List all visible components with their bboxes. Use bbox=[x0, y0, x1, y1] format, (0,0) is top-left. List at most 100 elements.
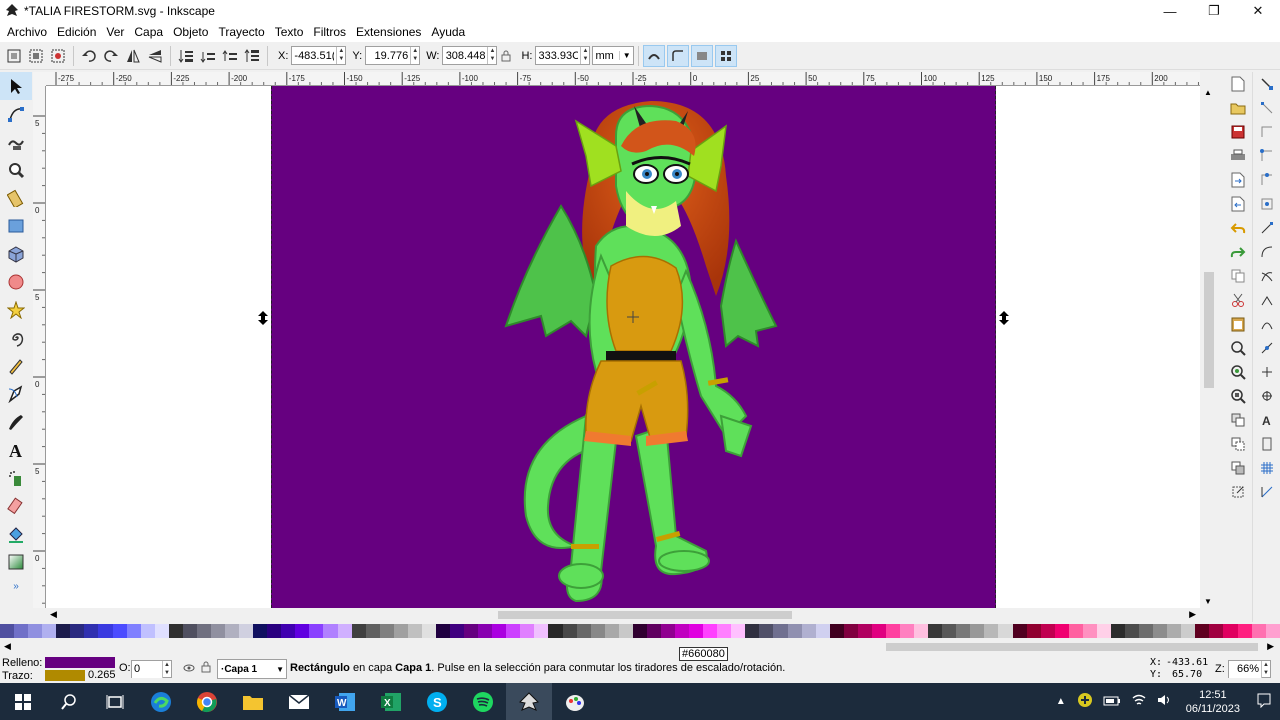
rotation-center-icon[interactable] bbox=[627, 311, 639, 323]
palette-swatch[interactable] bbox=[843, 624, 858, 638]
unit-select[interactable]: mm ▼ bbox=[592, 46, 634, 65]
palette-swatch[interactable] bbox=[421, 624, 436, 638]
palette-swatch[interactable] bbox=[1125, 624, 1140, 638]
menu-trayecto[interactable]: Trayecto bbox=[213, 25, 269, 39]
y-spin-arrows[interactable]: ▲ ▼ bbox=[410, 47, 419, 64]
palette-swatch[interactable] bbox=[337, 624, 352, 638]
select-all-icon[interactable] bbox=[3, 45, 25, 67]
spiral-tool-icon[interactable] bbox=[0, 324, 32, 352]
palette-swatch[interactable] bbox=[1223, 624, 1238, 638]
save-document-icon[interactable] bbox=[1224, 120, 1252, 144]
pen-tool-icon[interactable] bbox=[0, 380, 32, 408]
palette-swatch[interactable] bbox=[956, 624, 971, 638]
palette-swatch[interactable] bbox=[1026, 624, 1041, 638]
menu-ayuda[interactable]: Ayuda bbox=[426, 25, 470, 39]
palette-swatch[interactable] bbox=[1237, 624, 1252, 638]
palette-swatch[interactable] bbox=[787, 624, 802, 638]
palette-swatch[interactable] bbox=[562, 624, 577, 638]
snap-bbox-edge-icon[interactable] bbox=[1253, 120, 1280, 144]
import-icon[interactable] bbox=[1224, 168, 1252, 192]
gradient-tool-icon[interactable] bbox=[0, 548, 32, 576]
scale-corners-icon[interactable] bbox=[666, 44, 689, 67]
palette-swatch[interactable] bbox=[1040, 624, 1055, 638]
snap-bbox-icon[interactable] bbox=[1253, 96, 1280, 120]
edge-icon[interactable] bbox=[138, 683, 184, 720]
print-icon[interactable] bbox=[1224, 144, 1252, 168]
palette-swatch[interactable] bbox=[731, 624, 746, 638]
duplicate-icon[interactable] bbox=[1224, 408, 1252, 432]
palette-swatch[interactable] bbox=[407, 624, 422, 638]
horizontal-ruler[interactable]: -275 -250 -225 -200 -175 -150 -125 -100 -75 -50 -2… bbox=[46, 72, 1200, 86]
rotate-cw-icon[interactable] bbox=[100, 45, 122, 67]
w-spin-arrows[interactable]: ▲ ▼ bbox=[487, 47, 496, 64]
palette-scroll-left-icon[interactable]: ◀ bbox=[4, 641, 11, 652]
palette-swatch[interactable] bbox=[1110, 624, 1125, 638]
palette-swatch[interactable] bbox=[1195, 624, 1210, 638]
open-document-icon[interactable] bbox=[1224, 96, 1252, 120]
palette-swatch[interactable] bbox=[857, 624, 872, 638]
palette-swatch[interactable] bbox=[1096, 624, 1111, 638]
palette-swatch[interactable] bbox=[689, 624, 704, 638]
palette-swatch[interactable] bbox=[576, 624, 591, 638]
palette-swatch[interactable] bbox=[660, 624, 675, 638]
paint-bucket-tool-icon[interactable] bbox=[0, 520, 32, 548]
drawing-canvas[interactable] bbox=[46, 86, 1200, 608]
3d-box-tool-icon[interactable] bbox=[0, 240, 32, 268]
snap-enable-icon[interactable] bbox=[1253, 72, 1280, 96]
snap-guide-icon[interactable] bbox=[1253, 480, 1280, 504]
battery-icon[interactable] bbox=[1103, 695, 1121, 709]
vertical-scrollbar[interactable]: ▲ ▼ bbox=[1200, 86, 1218, 608]
palette-swatch[interactable] bbox=[632, 624, 647, 638]
eraser-tool-icon[interactable] bbox=[0, 492, 32, 520]
palette-swatch[interactable] bbox=[801, 624, 816, 638]
x-field[interactable]: ▲▼ bbox=[291, 46, 347, 65]
star-tool-icon[interactable] bbox=[0, 296, 32, 324]
palette-swatch[interactable] bbox=[759, 624, 774, 638]
zoom-page-icon[interactable] bbox=[1224, 384, 1252, 408]
palette-swatch[interactable] bbox=[168, 624, 183, 638]
palette-swatch[interactable] bbox=[1251, 624, 1266, 638]
clock[interactable]: 12:51 06/11/2023 bbox=[1186, 688, 1240, 716]
snap-bbox-corner-icon[interactable] bbox=[1253, 144, 1280, 168]
select-all-layers-icon[interactable] bbox=[25, 45, 47, 67]
palette-swatch[interactable] bbox=[548, 624, 563, 638]
palette-swatch[interactable] bbox=[815, 624, 830, 638]
x-input[interactable] bbox=[292, 47, 337, 64]
palette-swatch[interactable] bbox=[520, 624, 535, 638]
redo-icon[interactable] bbox=[1224, 240, 1252, 264]
palette-swatch[interactable] bbox=[590, 624, 605, 638]
zoom-input[interactable] bbox=[1229, 660, 1261, 678]
palette-swatch[interactable] bbox=[1068, 624, 1083, 638]
scroll-down-icon[interactable]: ▼ bbox=[1204, 597, 1212, 606]
palette-swatch[interactable] bbox=[970, 624, 985, 638]
palette-swatch[interactable] bbox=[267, 624, 282, 638]
menu-ver[interactable]: Ver bbox=[101, 25, 129, 39]
w-input[interactable] bbox=[443, 47, 488, 64]
palette-swatch[interactable] bbox=[196, 624, 211, 638]
spotify-icon[interactable] bbox=[460, 683, 506, 720]
palette-swatch[interactable] bbox=[675, 624, 690, 638]
vertical-ruler[interactable]: 5 0 5 0 5 0 bbox=[33, 86, 46, 608]
palette-swatch[interactable] bbox=[84, 624, 99, 638]
stroke-width-value[interactable]: 0.265 bbox=[88, 669, 116, 681]
snap-page-border-icon[interactable] bbox=[1253, 432, 1280, 456]
flip-horizontal-icon[interactable] bbox=[122, 45, 144, 67]
scale-handle-right[interactable] bbox=[999, 311, 1009, 325]
lower-to-bottom-icon[interactable] bbox=[175, 45, 197, 67]
node-tool-icon[interactable] bbox=[0, 100, 32, 128]
opacity-spin-arrows[interactable]: ▲ ▼ bbox=[162, 660, 171, 678]
palette-swatch[interactable] bbox=[210, 624, 225, 638]
snap-object-center-icon[interactable] bbox=[1253, 360, 1280, 384]
stroke-swatch[interactable] bbox=[45, 670, 85, 681]
opacity-field[interactable]: ▲▼ bbox=[131, 660, 172, 678]
vertical-scroll-thumb[interactable] bbox=[1204, 272, 1214, 388]
calligraphy-tool-icon[interactable] bbox=[0, 408, 32, 436]
palette-swatch[interactable] bbox=[1265, 624, 1280, 638]
menu-archivo[interactable]: Archivo bbox=[2, 25, 52, 39]
y-input[interactable] bbox=[366, 47, 411, 64]
menu-capa[interactable]: Capa bbox=[129, 25, 168, 39]
raise-icon[interactable] bbox=[219, 45, 241, 67]
rectangle-tool-icon[interactable] bbox=[0, 212, 32, 240]
new-document-icon[interactable] bbox=[1224, 72, 1252, 96]
undo-icon[interactable] bbox=[1224, 216, 1252, 240]
